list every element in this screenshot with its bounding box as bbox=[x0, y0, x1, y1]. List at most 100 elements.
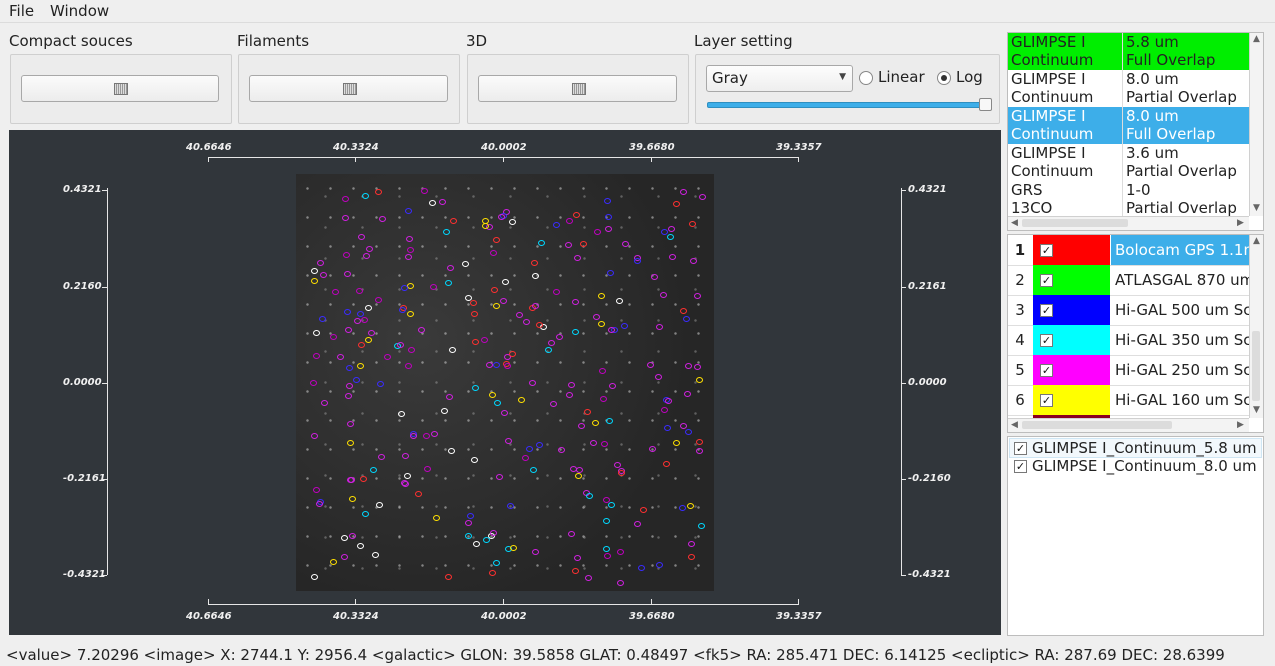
wave-value: 1-0 bbox=[1126, 181, 1151, 199]
source-contour bbox=[545, 347, 552, 353]
scroll-left-icon[interactable]: ◀ bbox=[1011, 218, 1018, 228]
compact-sources-button[interactable] bbox=[21, 75, 219, 102]
image-list-vscroll[interactable]: ▲ ▼ bbox=[1249, 33, 1263, 216]
color-swatch[interactable]: ✓ bbox=[1033, 265, 1110, 295]
color-swatch[interactable]: ✓ bbox=[1033, 385, 1110, 415]
row-index: 2 bbox=[1015, 271, 1025, 289]
source-contour bbox=[441, 408, 448, 414]
source-contour bbox=[548, 340, 555, 346]
color-swatch[interactable]: ✓ bbox=[1033, 235, 1110, 265]
fits-image[interactable] bbox=[296, 174, 714, 591]
color-swatch[interactable]: ✓ bbox=[1033, 295, 1110, 325]
source-contour bbox=[617, 549, 624, 555]
catalog-row[interactable]: 6 ✓ Hi-GAL 160 um Sc bbox=[1008, 385, 1251, 416]
scroll-thumb[interactable] bbox=[1252, 331, 1260, 401]
slider-handle[interactable] bbox=[979, 98, 992, 111]
source-contour bbox=[311, 433, 318, 439]
layer-checkbox[interactable]: ✓ bbox=[1014, 442, 1027, 455]
threeD-button[interactable] bbox=[478, 75, 677, 102]
menu-window[interactable]: Window bbox=[50, 2, 109, 20]
source-contour bbox=[566, 218, 573, 224]
scroll-thumb[interactable] bbox=[1022, 421, 1172, 429]
menu-file[interactable]: File bbox=[9, 2, 34, 20]
image-list-hscroll[interactable]: ◀ ▶ bbox=[1008, 216, 1249, 230]
layer-slider[interactable] bbox=[707, 102, 987, 108]
filaments-button[interactable] bbox=[249, 75, 448, 102]
scroll-right-icon[interactable]: ▶ bbox=[1237, 218, 1244, 228]
log-radio[interactable] bbox=[937, 71, 951, 85]
layer-item[interactable]: ✓ GLIMPSE I_Continuum_5.8 um bbox=[1009, 438, 1262, 458]
scroll-down-icon[interactable]: ▼ bbox=[1253, 405, 1260, 415]
layer-item[interactable]: ✓ GLIMPSE I_Continuum_8.0 um bbox=[1010, 457, 1261, 475]
scroll-up-icon[interactable]: ▲ bbox=[1253, 236, 1260, 246]
row-checkbox[interactable]: ✓ bbox=[1040, 334, 1053, 347]
source-contour bbox=[507, 503, 514, 509]
source-contour bbox=[407, 283, 414, 289]
color-swatch[interactable]: ✓ bbox=[1033, 355, 1110, 385]
image-row[interactable]: GLIMPSE I Continuum 5.8 um Full Overlap bbox=[1008, 33, 1249, 71]
scroll-thumb[interactable] bbox=[1022, 219, 1128, 227]
source-contour bbox=[553, 289, 560, 295]
image-row[interactable]: GLIMPSE I Continuum 8.0 um Partial Overlap bbox=[1008, 70, 1249, 108]
row-checkbox[interactable]: ✓ bbox=[1040, 244, 1053, 257]
scroll-down-icon[interactable]: ▼ bbox=[1253, 203, 1260, 213]
source-contour bbox=[689, 221, 696, 227]
catalog-row[interactable]: 3 ✓ Hi-GAL 500 um Sc bbox=[1008, 295, 1251, 326]
source-contour bbox=[673, 440, 680, 446]
catalog-name: ATLASGAL 870 um bbox=[1115, 271, 1253, 289]
top-tick-label: 40.0002 bbox=[481, 142, 527, 153]
catalog-hscroll[interactable]: ◀ ▶ bbox=[1008, 418, 1249, 432]
source-contour bbox=[424, 466, 431, 472]
threeD-title: 3D bbox=[466, 32, 488, 50]
source-contour bbox=[622, 241, 629, 247]
color-swatch[interactable]: ✓ bbox=[1033, 325, 1110, 355]
source-contour bbox=[696, 377, 703, 383]
wave-cell: 1-0 Partial Overlap bbox=[1126, 181, 1248, 217]
source-contour bbox=[347, 440, 354, 446]
source-contour bbox=[584, 409, 591, 415]
filaments-group bbox=[238, 54, 460, 124]
source-contour bbox=[357, 543, 364, 549]
colormap-select[interactable]: Gray ▼ bbox=[706, 65, 853, 92]
source-contour bbox=[489, 392, 496, 398]
scroll-right-icon[interactable]: ▶ bbox=[1237, 420, 1244, 430]
catalog-vscroll[interactable]: ▲ ▼ bbox=[1249, 235, 1263, 418]
row-checkbox[interactable]: ✓ bbox=[1040, 364, 1053, 377]
survey-name: GLIMPSE I bbox=[1011, 107, 1086, 125]
left-axis-line bbox=[107, 188, 108, 575]
source-contour bbox=[594, 229, 601, 235]
source-contour bbox=[368, 330, 375, 336]
colormap-value: Gray bbox=[712, 69, 748, 87]
compact-sources-title: Compact souces bbox=[9, 32, 133, 50]
source-contour bbox=[568, 531, 575, 537]
scroll-up-icon[interactable]: ▲ bbox=[1253, 34, 1260, 44]
image-row[interactable]: GLIMPSE I Continuum 8.0 um Full Overlap bbox=[1008, 107, 1249, 145]
source-contour bbox=[580, 241, 587, 247]
row-checkbox[interactable]: ✓ bbox=[1040, 304, 1053, 317]
species-name: Continuum bbox=[1011, 88, 1094, 106]
row-index: 6 bbox=[1015, 391, 1025, 409]
right-tick bbox=[901, 383, 906, 384]
source-contour bbox=[443, 229, 450, 235]
linear-radio[interactable] bbox=[859, 71, 873, 85]
catalog-row[interactable]: 4 ✓ Hi-GAL 350 um Sc bbox=[1008, 325, 1251, 356]
source-contour bbox=[429, 200, 436, 206]
image-row[interactable]: GLIMPSE I Continuum 3.6 um Partial Overlap bbox=[1008, 144, 1249, 182]
source-contour bbox=[572, 568, 579, 574]
catalog-row[interactable]: 2 ✓ ATLASGAL 870 um bbox=[1008, 265, 1253, 296]
catalog-row[interactable]: 1 ✓ Bolocam GPS 1.1m bbox=[1008, 235, 1253, 266]
source-contour bbox=[462, 261, 469, 267]
top-tick bbox=[651, 157, 652, 162]
scroll-left-icon[interactable]: ◀ bbox=[1011, 420, 1018, 430]
layer-checkbox[interactable]: ✓ bbox=[1014, 460, 1027, 473]
source-contour bbox=[668, 226, 675, 232]
image-row[interactable]: GRS 13CO 1-0 Partial Overlap bbox=[1008, 181, 1249, 219]
top-tick bbox=[208, 157, 209, 162]
left-tick-label: -0.4321 bbox=[63, 569, 106, 580]
source-contour bbox=[493, 237, 500, 243]
row-checkbox[interactable]: ✓ bbox=[1040, 394, 1053, 407]
row-checkbox[interactable]: ✓ bbox=[1040, 274, 1053, 287]
survey-cell: GLIMPSE I Continuum bbox=[1011, 107, 1121, 143]
bottom-tick bbox=[503, 599, 504, 604]
catalog-row[interactable]: 5 ✓ Hi-GAL 250 um Sc bbox=[1008, 355, 1251, 386]
